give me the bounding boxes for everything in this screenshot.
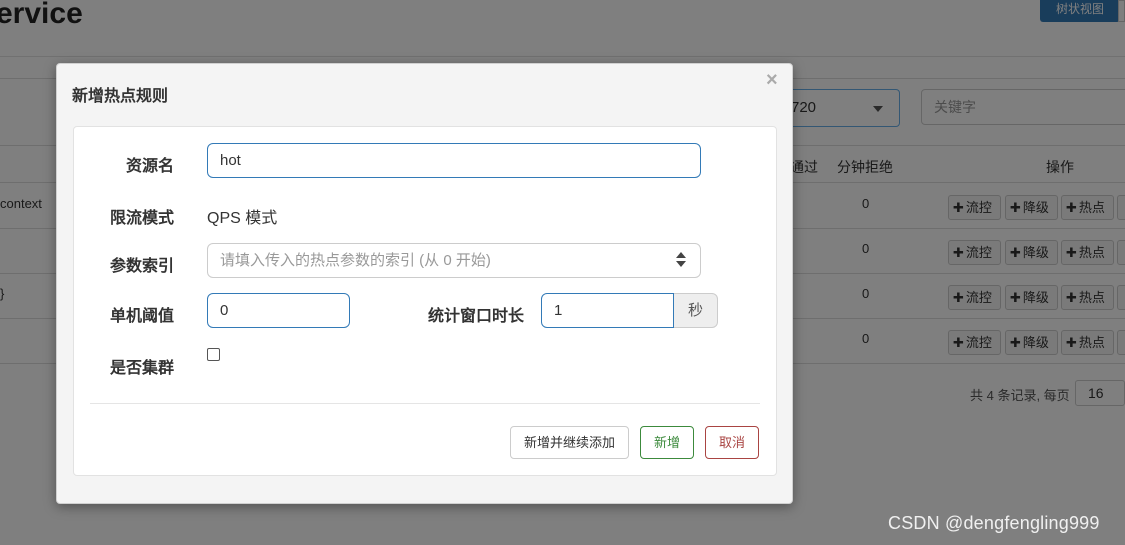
add-hot-param-rule-dialog: 新增热点规则 × 资源名 hot 限流模式 QPS 模式 参数索引 请填入传入的… xyxy=(56,63,793,504)
form-divider xyxy=(90,403,760,404)
param-index-label: 参数索引 xyxy=(109,258,174,275)
limit-mode-label: 限流模式 xyxy=(109,210,174,227)
arrow-up-icon xyxy=(676,252,686,258)
param-index-input[interactable]: 请填入传入的热点参数的索引 (从 0 开始) xyxy=(207,243,701,278)
single-threshold-input[interactable]: 0 xyxy=(207,293,350,328)
cluster-mode-checkbox[interactable] xyxy=(207,348,220,361)
resource-name-input[interactable]: hot xyxy=(207,143,701,178)
add-button[interactable]: 新增 xyxy=(640,426,694,459)
rule-form: 资源名 hot 限流模式 QPS 模式 参数索引 请填入传入的热点参数的索引 (… xyxy=(73,126,777,476)
cluster-mode-label: 是否集群 xyxy=(109,360,174,377)
stat-window-label: 统计窗口时长 xyxy=(427,308,524,325)
arrow-down-icon xyxy=(676,261,686,267)
csdn-watermark: CSDN @dengfengling999 xyxy=(888,513,1100,533)
close-icon[interactable]: × xyxy=(766,69,778,91)
stat-window-input[interactable]: 1 xyxy=(541,293,674,328)
add-and-continue-button[interactable]: 新增并继续添加 xyxy=(510,426,629,459)
single-threshold-label: 单机阈值 xyxy=(109,308,174,325)
dialog-title: 新增热点规则 xyxy=(72,88,169,105)
spinner-arrows-icon[interactable] xyxy=(676,252,686,268)
limit-mode-value: QPS 模式 xyxy=(207,210,278,227)
resource-name-label: 资源名 xyxy=(125,158,174,175)
param-index-placeholder: 请填入传入的热点参数的索引 (从 0 开始) xyxy=(220,252,491,269)
stat-window-unit: 秒 xyxy=(674,293,718,328)
cancel-button[interactable]: 取消 xyxy=(705,426,759,459)
